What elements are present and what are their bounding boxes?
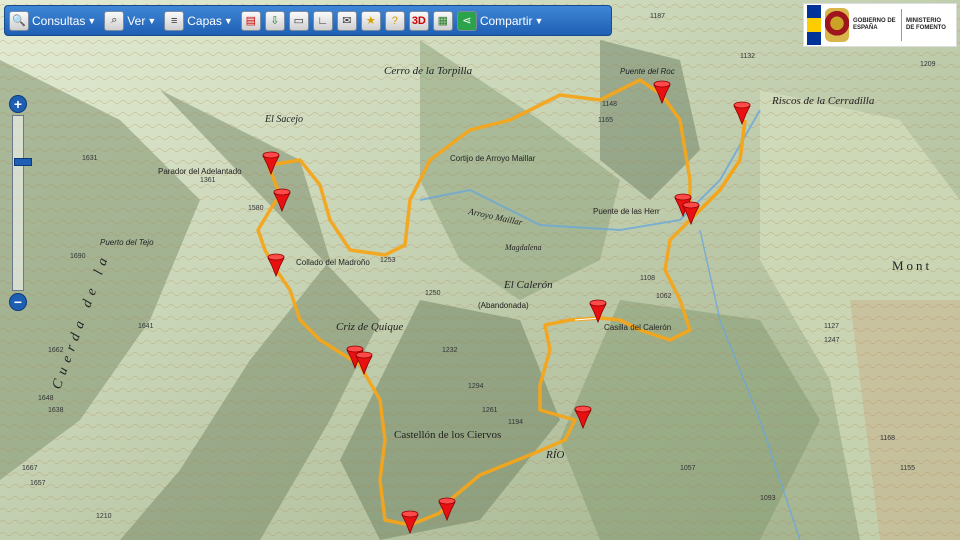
logo-divider xyxy=(901,9,902,41)
zoom-in-button[interactable]: + xyxy=(9,95,27,113)
chevron-down-icon: ▼ xyxy=(147,15,157,26)
help-button[interactable]: ? xyxy=(384,9,405,33)
ruler-button[interactable]: ▭ xyxy=(288,9,309,33)
mail-icon: ✉ xyxy=(336,10,357,31)
zoom-out-button[interactable]: − xyxy=(9,293,27,311)
label-cerro: Cerro de la Torpilla xyxy=(384,65,473,77)
label-mont: Mont xyxy=(892,258,932,273)
share-icon: ⋖ xyxy=(456,10,477,31)
photo-button[interactable]: ▦ xyxy=(432,9,453,33)
chevron-down-icon: ▼ xyxy=(87,15,97,26)
spot-height: 1631 xyxy=(82,155,98,162)
label-parador: Parador del Adelantado xyxy=(158,167,242,176)
gobierno-text: GOBIERNO DE ESPAÑA xyxy=(853,18,896,31)
spot-height: 1194 xyxy=(508,419,523,426)
mail-button[interactable]: ✉ xyxy=(336,9,357,33)
label-puente-herr: Puente de las Herr xyxy=(593,207,660,216)
3d-button[interactable]: 3D xyxy=(408,9,429,33)
zoom-slider-thumb[interactable] xyxy=(14,158,32,166)
capas-button[interactable]: ≡ Capas ▼ xyxy=(164,9,237,33)
label-riscos: Riscos de la Cerradilla xyxy=(771,95,875,107)
consultas-label: Consultas xyxy=(32,13,86,28)
label-rio: RÍO xyxy=(545,449,564,461)
print-button[interactable]: ▤ xyxy=(240,9,261,33)
label-casilla: Casilla del Calerón xyxy=(604,323,671,332)
download-button[interactable]: ⇩ xyxy=(264,9,285,33)
3d-icon: 3D xyxy=(408,10,429,31)
label-puerto: Puerto del Tejo xyxy=(100,238,154,247)
zoom-control: + − xyxy=(8,95,32,311)
topographic-map[interactable]: Cerro de la Torpilla Riscos de la Cerrad… xyxy=(0,0,960,540)
ver-button[interactable]: ⌕ Ver ▼ xyxy=(104,9,160,33)
label-cortijo: Cortijo de Arroyo Maillar xyxy=(450,154,536,163)
download-icon: ⇩ xyxy=(264,10,285,31)
spot-height: 1667 xyxy=(22,465,38,472)
spot-height: 1294 xyxy=(468,383,484,390)
zoom-slider[interactable] xyxy=(12,115,32,291)
chevron-down-icon: ▼ xyxy=(534,15,544,26)
capas-label: Capas xyxy=(187,13,222,28)
help-icon: ? xyxy=(384,10,405,31)
spot-height: 1261 xyxy=(482,407,498,414)
layers-icon: ≡ xyxy=(164,10,185,31)
gobierno-logo: GOBIERNO DE ESPAÑA MINISTERIO DE FOMENTO xyxy=(803,3,957,47)
eu-flag-icon xyxy=(807,5,821,45)
spot-height: 1662 xyxy=(48,347,64,354)
label-abandonada: (Abandonada) xyxy=(478,301,529,310)
spot-height: 1168 xyxy=(880,435,895,442)
label-sacejo: El Sacejo xyxy=(264,114,303,125)
spot-height: 1247 xyxy=(824,337,840,344)
spot-height: 1648 xyxy=(38,395,54,402)
ver-label: Ver xyxy=(127,13,146,28)
angle-icon: ∟ xyxy=(312,10,333,31)
ruler-icon: ▭ xyxy=(288,10,309,31)
spot-height: 1250 xyxy=(425,290,441,297)
spot-height: 1361 xyxy=(200,177,216,184)
spot-height: 1253 xyxy=(380,257,396,264)
spot-height: 1127 xyxy=(824,323,839,330)
chevron-down-icon: ▼ xyxy=(223,15,233,26)
spot-height: 1132 xyxy=(740,53,755,60)
label-castellon: Castellón de los Ciervos xyxy=(394,429,501,441)
print-icon: ▤ xyxy=(240,10,261,31)
spot-height: 1155 xyxy=(900,465,915,472)
favorite-button[interactable]: ★ xyxy=(360,9,381,33)
favorite-icon: ★ xyxy=(360,10,381,31)
ministerio-text: MINISTERIO DE FOMENTO xyxy=(906,18,946,31)
spot-height: 1638 xyxy=(48,407,64,414)
coat-of-arms-icon xyxy=(825,8,849,42)
label-magdalena: Magdalena xyxy=(504,243,541,252)
label-puente-top: Puente del Roc xyxy=(620,67,675,76)
magnifier-icon: ⌕ xyxy=(104,10,125,31)
spot-height: 1187 xyxy=(650,13,665,20)
photo-icon: ▦ xyxy=(432,10,453,31)
spot-height: 1657 xyxy=(30,480,46,487)
spot-height: 1690 xyxy=(70,253,86,260)
label-calecon: El Calerón xyxy=(503,279,553,291)
angle-button[interactable]: ∟ xyxy=(312,9,333,33)
query-icon: 🔍 xyxy=(9,10,29,31)
label-collado: Collado del Madroño xyxy=(296,258,370,267)
spot-height: 1165 xyxy=(598,117,613,124)
spot-height: 1093 xyxy=(760,495,776,502)
spot-height: 1210 xyxy=(96,513,112,520)
spot-height: 1148 xyxy=(602,101,617,108)
compartir-label: Compartir xyxy=(479,13,533,28)
compartir-button[interactable]: ⋖ Compartir ▼ xyxy=(456,9,548,33)
label-criz: Criz de Quique xyxy=(336,321,403,333)
spot-height: 1209 xyxy=(920,61,936,68)
spot-height: 1232 xyxy=(442,347,458,354)
spot-height: 1641 xyxy=(138,323,154,330)
spot-height: 1108 xyxy=(640,275,655,282)
spot-height: 1580 xyxy=(248,205,264,212)
spot-height: 1057 xyxy=(680,465,696,472)
map-toolbar: 🔍 Consultas ▼ ⌕ Ver ▼ ≡ Capas ▼ ▤ ⇩ ▭ ∟ … xyxy=(4,5,612,36)
consultas-button[interactable]: 🔍 Consultas ▼ xyxy=(9,9,100,33)
spot-height: 1062 xyxy=(656,293,672,300)
